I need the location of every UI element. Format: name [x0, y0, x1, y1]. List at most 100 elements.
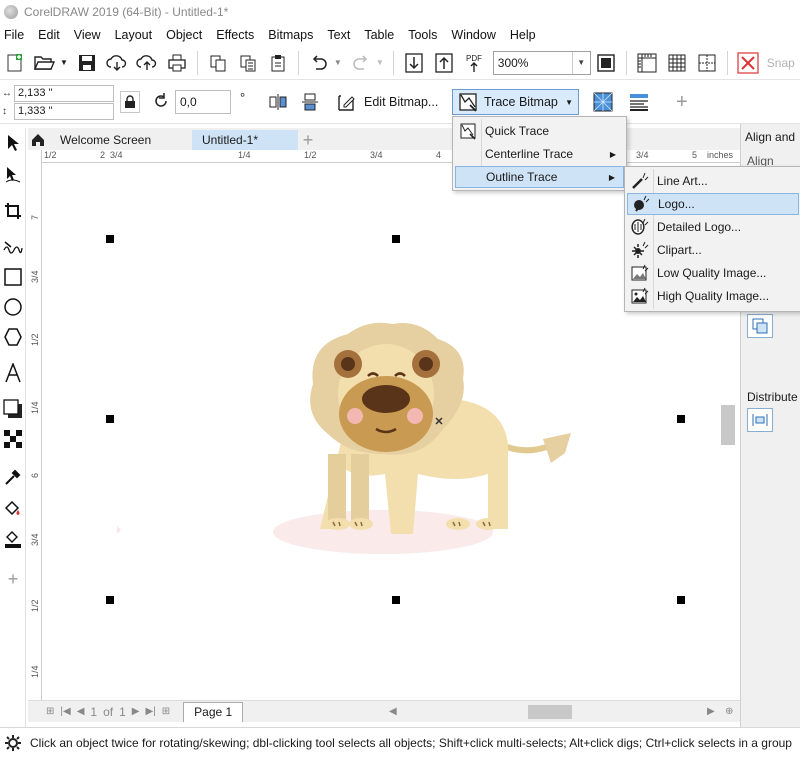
- menu-item-low-quality-image[interactable]: Low Quality Image...: [627, 262, 799, 284]
- crop-tool-icon[interactable]: [2, 200, 24, 222]
- distribute-icon[interactable]: [747, 408, 773, 432]
- previous-page-icon[interactable]: ◀: [77, 706, 85, 717]
- next-page-icon[interactable]: ▶: [132, 706, 140, 717]
- polygon-tool-icon[interactable]: [2, 326, 24, 348]
- selection-handle[interactable]: [392, 596, 400, 604]
- smart-fill-tool-icon[interactable]: [2, 528, 24, 550]
- vertical-scrollbar-thumb[interactable]: [721, 405, 735, 445]
- menu-item-detailed-logo[interactable]: Detailed Logo...: [627, 216, 799, 238]
- lock-ratio-button[interactable]: [120, 91, 140, 113]
- trace-bitmap-button[interactable]: Trace Bitmap ▼: [452, 89, 579, 115]
- tab-welcome-screen[interactable]: Welcome Screen: [50, 130, 190, 150]
- selection-handle[interactable]: [677, 415, 685, 423]
- scroll-left-icon[interactable]: ◀: [389, 706, 397, 717]
- add-page-before-icon[interactable]: ⊞: [46, 706, 54, 717]
- shape-tool-icon[interactable]: [2, 164, 24, 186]
- transparency-tool-icon[interactable]: [2, 428, 24, 450]
- text-tool-icon[interactable]: [2, 362, 24, 384]
- show-rulers-icon[interactable]: [634, 50, 660, 76]
- undo-icon[interactable]: [306, 50, 332, 76]
- menu-item-logo[interactable]: Logo...: [627, 193, 799, 215]
- redo-dropdown-icon[interactable]: ▼: [376, 58, 384, 67]
- selection-handle[interactable]: [392, 235, 400, 243]
- snap-to-label[interactable]: Snap: [767, 56, 795, 70]
- page-1-tab[interactable]: Page 1: [183, 701, 244, 722]
- cut-copy-icon[interactable]: [205, 50, 231, 76]
- menu-layout[interactable]: Layout: [109, 28, 161, 42]
- menu-window[interactable]: Window: [445, 28, 503, 42]
- menu-object[interactable]: Object: [160, 28, 210, 42]
- paste-icon[interactable]: [265, 50, 291, 76]
- menu-tools[interactable]: Tools: [402, 28, 445, 42]
- bitmap-mask-icon[interactable]: [592, 90, 614, 114]
- mirror-vertical-icon[interactable]: [300, 90, 320, 114]
- open-dropdown-icon[interactable]: ▼: [60, 58, 68, 67]
- redo-icon[interactable]: [348, 50, 374, 76]
- home-icon[interactable]: [28, 130, 48, 150]
- copy-icon[interactable]: [235, 50, 261, 76]
- menu-view[interactable]: View: [68, 28, 109, 42]
- zoom-level-combo[interactable]: 300% ▼: [492, 50, 591, 75]
- width-input[interactable]: 2,133 ": [14, 85, 114, 102]
- cloud-upload-icon[interactable]: [134, 50, 160, 76]
- menu-item-line-art[interactable]: Line Art...: [627, 170, 799, 192]
- full-screen-preview-icon[interactable]: [593, 50, 619, 76]
- eyedropper-tool-icon[interactable]: [2, 466, 24, 488]
- publish-pdf-icon[interactable]: PDF: [461, 50, 487, 76]
- status-gear-icon[interactable]: [4, 734, 22, 752]
- zoom-dropdown-icon[interactable]: ▼: [571, 51, 590, 74]
- rectangle-tool-icon[interactable]: [2, 266, 24, 288]
- add-tool-icon[interactable]: +: [2, 568, 24, 590]
- menu-table[interactable]: Table: [358, 28, 402, 42]
- selection-handle[interactable]: [106, 596, 114, 604]
- horizontal-scrollbar-thumb[interactable]: [528, 705, 572, 719]
- first-page-icon[interactable]: |◀: [60, 706, 70, 717]
- snap-off-icon[interactable]: [735, 50, 761, 76]
- add-page-after-icon[interactable]: ⊞: [162, 706, 170, 717]
- menu-item-high-quality-image[interactable]: High Quality Image...: [627, 285, 799, 307]
- menu-item-quick-trace[interactable]: Quick Trace: [455, 120, 624, 142]
- cloud-download-icon[interactable]: [104, 50, 130, 76]
- menu-help[interactable]: Help: [504, 28, 544, 42]
- menu-file[interactable]: File: [0, 28, 32, 42]
- new-tab-icon[interactable]: +: [298, 130, 318, 150]
- height-input[interactable]: 1,333 ": [14, 103, 114, 120]
- menu-item-outline-trace[interactable]: Outline Trace ▶: [455, 166, 624, 188]
- menu-item-clipart[interactable]: Clipart...: [627, 239, 799, 261]
- show-grid-icon[interactable]: [664, 50, 690, 76]
- bitmap-color-mask-icon[interactable]: [628, 90, 650, 114]
- horizontal-ruler[interactable]: 1/2 2 3/4 1/4 1/2 3/4 4 3/4 5 inches: [42, 150, 740, 163]
- menu-effects[interactable]: Effects: [210, 28, 262, 42]
- menu-edit[interactable]: Edit: [32, 28, 68, 42]
- tab-untitled-1[interactable]: Untitled-1*: [192, 130, 298, 150]
- menu-bitmaps[interactable]: Bitmaps: [262, 28, 321, 42]
- menu-item-centerline-trace[interactable]: Centerline Trace ▶: [455, 143, 624, 165]
- save-icon[interactable]: [74, 50, 100, 76]
- lion-bitmap[interactable]: [243, 284, 583, 564]
- interactive-fill-tool-icon[interactable]: [2, 498, 24, 520]
- pick-tool-icon[interactable]: [2, 132, 24, 154]
- export-icon[interactable]: [431, 50, 457, 76]
- new-document-icon[interactable]: [2, 50, 28, 76]
- align-center-icon[interactable]: [747, 314, 773, 338]
- import-icon[interactable]: [401, 50, 427, 76]
- menu-text[interactable]: Text: [321, 28, 358, 42]
- current-page-number[interactable]: 1: [90, 705, 97, 719]
- trace-dropdown-icon[interactable]: ▼: [565, 98, 573, 107]
- drop-shadow-tool-icon[interactable]: [2, 398, 24, 420]
- print-icon[interactable]: [164, 50, 190, 76]
- add-property-icon[interactable]: +: [676, 90, 688, 114]
- edit-bitmap-button[interactable]: Edit Bitmap...: [336, 90, 438, 114]
- rotation-angle-input[interactable]: 0,0: [175, 90, 231, 114]
- mirror-horizontal-icon[interactable]: [268, 90, 288, 114]
- ellipse-tool-icon[interactable]: [2, 296, 24, 318]
- selection-handle[interactable]: [106, 235, 114, 243]
- zoom-magnifier-icon[interactable]: ⊕: [725, 706, 733, 717]
- selection-handle[interactable]: [106, 415, 114, 423]
- vertical-ruler[interactable]: 7 3/4 1/2 1/4 6 3/4 1/2 1/4: [28, 150, 42, 700]
- selection-handle[interactable]: [677, 596, 685, 604]
- open-folder-icon[interactable]: [32, 50, 58, 76]
- undo-dropdown-icon[interactable]: ▼: [334, 58, 342, 67]
- scroll-right-icon[interactable]: ▶: [707, 706, 715, 717]
- show-guidelines-icon[interactable]: [694, 50, 720, 76]
